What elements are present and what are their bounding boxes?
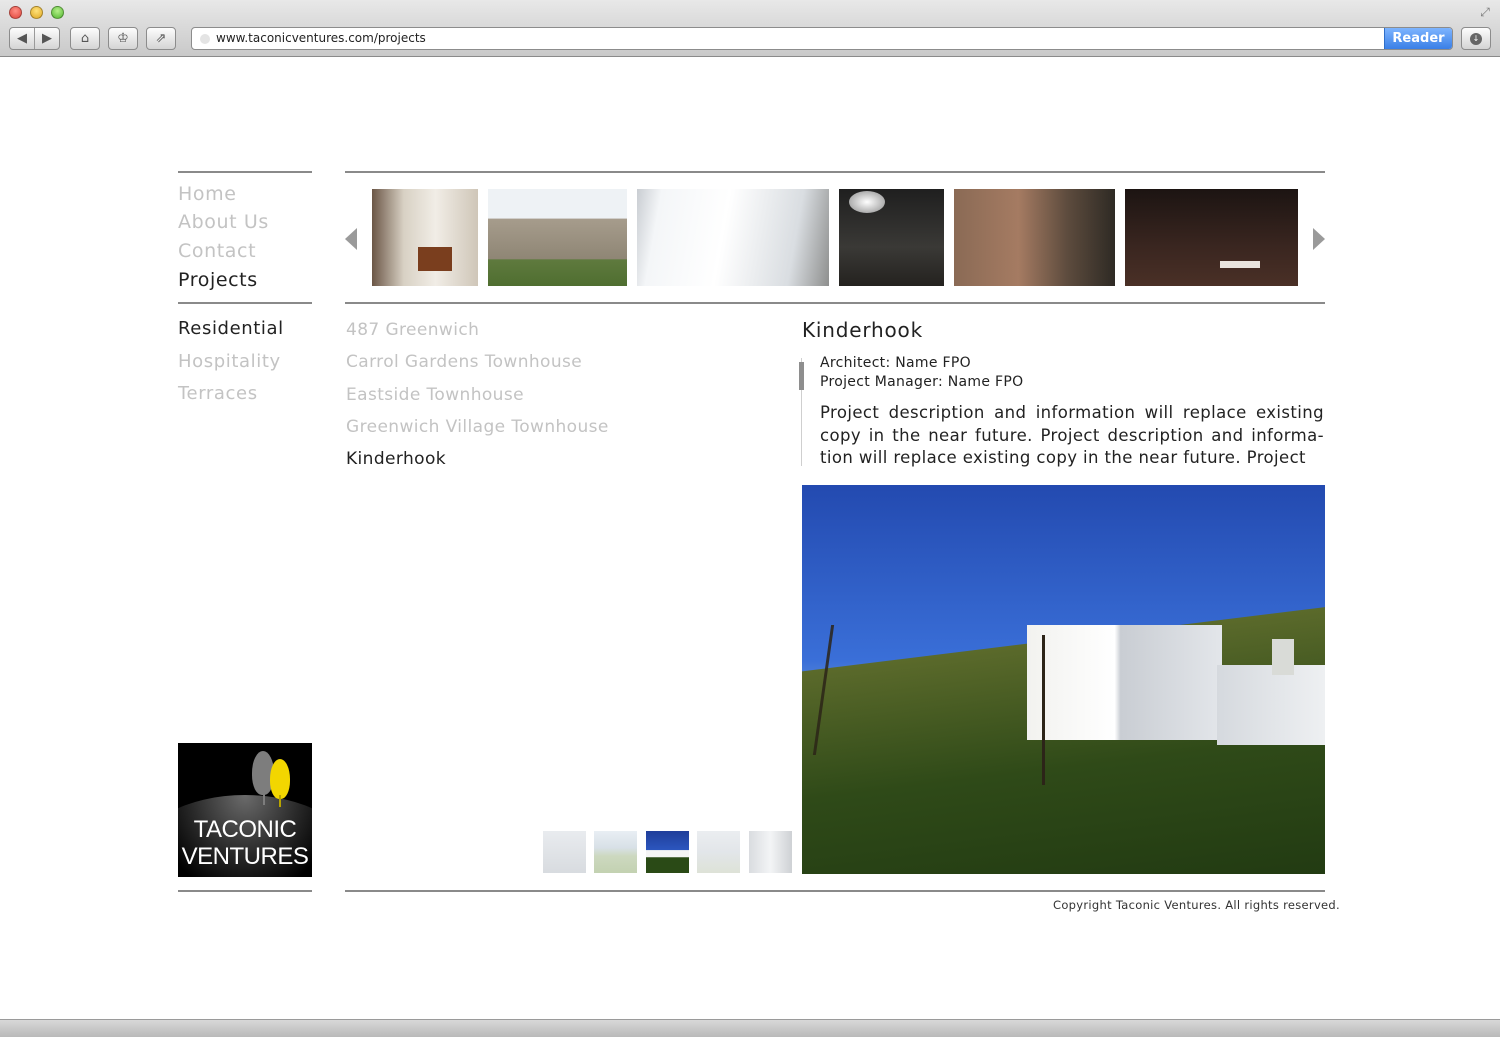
footer-left-rule xyxy=(178,890,312,892)
browser-toolbar: ⤢ ◀ ▶ ⌂ ♔ ⇗ www.taconicventures.com/proj… xyxy=(0,0,1500,57)
carousel-thumbnail[interactable] xyxy=(954,189,1115,286)
reader-button[interactable]: Reader xyxy=(1384,28,1452,49)
gallery-thumbnail[interactable] xyxy=(749,831,792,873)
gallery-thumbnail-selected[interactable] xyxy=(646,831,689,873)
carousel-thumbnail[interactable] xyxy=(1125,189,1298,286)
browser-status-bar xyxy=(0,1019,1500,1037)
gallery-thumbnail[interactable] xyxy=(543,831,586,873)
project-link-eastside[interactable]: Eastside Townhouse xyxy=(346,385,524,405)
url-text[interactable]: www.taconicventures.com/projects xyxy=(216,28,426,49)
carousel-top-rule xyxy=(345,171,1325,173)
project-architect: Architect: Name FPO xyxy=(820,355,971,371)
close-window-button[interactable] xyxy=(9,6,22,19)
photo-tree xyxy=(812,625,942,755)
nav-about-us[interactable]: About Us xyxy=(178,211,269,233)
logo-word-ventures: VENTURES xyxy=(181,843,309,870)
photo-tree xyxy=(1042,635,1045,785)
project-title: Kinderhook xyxy=(802,318,923,342)
logo-word-taconic: TACONIC xyxy=(193,816,297,843)
address-bar[interactable]: www.taconicventures.com/projects Reader xyxy=(191,27,1453,50)
nav-top-rule xyxy=(178,171,312,173)
nav-contact[interactable]: Contact xyxy=(178,240,256,262)
category-hospitality[interactable]: Hospitality xyxy=(178,351,281,372)
footer-rule xyxy=(345,890,1325,892)
gallery-thumbnail[interactable] xyxy=(697,831,740,873)
gallery-thumbnail[interactable] xyxy=(594,831,637,873)
nav-bottom-rule xyxy=(178,302,312,304)
back-forward-buttons: ◀ ▶ xyxy=(9,27,60,50)
carousel-prev-arrow-icon[interactable] xyxy=(345,228,357,250)
category-terraces[interactable]: Terraces xyxy=(178,383,258,404)
carousel-next-arrow-icon[interactable] xyxy=(1313,228,1325,250)
nav-projects[interactable]: Projects xyxy=(178,269,258,291)
project-description: Project description and information will… xyxy=(820,403,1324,467)
yellow-leaf-icon xyxy=(270,759,290,799)
photo-chimney xyxy=(1272,639,1294,675)
download-icon: ↓ xyxy=(1470,32,1482,45)
download-button[interactable]: ↓ xyxy=(1461,27,1491,50)
bookmarks-icon[interactable]: ♔ xyxy=(108,27,138,50)
carousel-bottom-rule xyxy=(345,302,1325,304)
zoom-window-button[interactable] xyxy=(51,6,64,19)
category-residential[interactable]: Residential xyxy=(178,318,284,339)
project-link-487-greenwich[interactable]: 487 Greenwich xyxy=(346,320,479,340)
copyright-text: Copyright Taconic Ventures. All rights r… xyxy=(1053,898,1340,912)
share-icon[interactable]: ⇗ xyxy=(146,27,176,50)
favicon-icon xyxy=(200,34,210,44)
minimize-window-button[interactable] xyxy=(30,6,43,19)
project-link-carrol-gardens[interactable]: Carrol Gardens Townhouse xyxy=(346,352,582,372)
fullscreen-icon[interactable]: ⤢ xyxy=(1478,5,1492,19)
carousel-thumbnail[interactable] xyxy=(637,189,829,286)
project-link-kinderhook[interactable]: Kinderhook xyxy=(346,449,446,469)
carousel-thumbnail[interactable] xyxy=(839,189,944,286)
description-scroll-thumb[interactable] xyxy=(799,362,804,390)
project-main-photo xyxy=(802,485,1325,874)
back-arrow-icon[interactable]: ◀ xyxy=(10,28,34,49)
nav-home[interactable]: Home xyxy=(178,183,237,205)
gray-leaf-stem xyxy=(263,789,265,805)
taconic-ventures-logo[interactable]: TACONIC VENTURES xyxy=(178,743,312,877)
home-icon[interactable]: ⌂ xyxy=(70,27,100,50)
photo-house-wing xyxy=(1217,665,1325,745)
yellow-leaf-stem xyxy=(279,795,281,807)
carousel-thumbnail[interactable] xyxy=(488,189,627,286)
project-manager: Project Manager: Name FPO xyxy=(820,374,1024,390)
project-link-greenwich-village[interactable]: Greenwich Village Townhouse xyxy=(346,417,609,437)
forward-arrow-icon[interactable]: ▶ xyxy=(34,28,59,49)
photo-house xyxy=(1027,625,1222,740)
carousel-thumbnail[interactable] xyxy=(372,189,478,286)
